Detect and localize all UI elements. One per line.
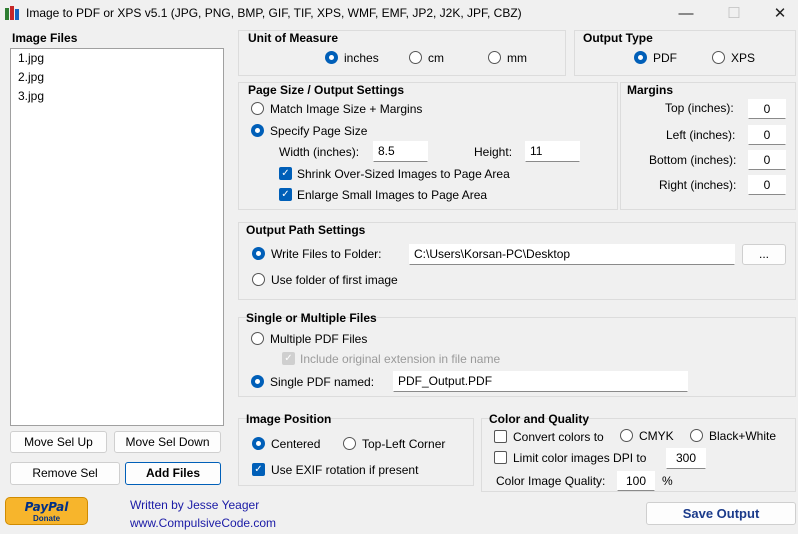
xps-radio[interactable] bbox=[712, 51, 725, 64]
move-sel-down-button[interactable]: Move Sel Down bbox=[114, 431, 221, 453]
add-files-button[interactable]: Add Files bbox=[125, 462, 221, 485]
cm-label: cm bbox=[428, 51, 444, 65]
close-button[interactable]: ✕ bbox=[760, 0, 798, 26]
enlarge-small-checkbox[interactable]: ✓ bbox=[279, 188, 292, 201]
margin-right-input[interactable]: 0 bbox=[748, 175, 786, 195]
black-white-label: Black+White bbox=[709, 429, 777, 443]
output-path-title: Output Path Settings bbox=[246, 223, 366, 237]
write-to-folder-label: Write Files to Folder: bbox=[271, 247, 382, 261]
include-extension-checkbox[interactable]: ✓ bbox=[282, 352, 295, 365]
image-position-title: Image Position bbox=[246, 412, 332, 426]
inches-radio[interactable] bbox=[325, 51, 338, 64]
cm-radio[interactable] bbox=[409, 51, 422, 64]
unit-of-measure-title: Unit of Measure bbox=[248, 31, 339, 45]
use-first-image-folder-label: Use folder of first image bbox=[271, 273, 398, 287]
list-item[interactable]: 3.jpg bbox=[11, 87, 223, 106]
margin-right-label: Right (inches): bbox=[659, 178, 737, 192]
margin-top-label: Top (inches): bbox=[665, 101, 734, 115]
pdf-label: PDF bbox=[653, 51, 677, 65]
margin-left-input[interactable]: 0 bbox=[748, 125, 786, 145]
specify-page-size-label: Specify Page Size bbox=[270, 124, 368, 138]
width-label: Width (inches): bbox=[279, 145, 360, 159]
donate-label: Donate bbox=[32, 514, 61, 523]
mm-radio[interactable] bbox=[488, 51, 501, 64]
page-size-title: Page Size / Output Settings bbox=[248, 83, 405, 97]
single-pdf-radio[interactable] bbox=[251, 375, 264, 388]
list-item[interactable]: 2.jpg bbox=[11, 68, 223, 87]
width-input[interactable]: 8.5 bbox=[373, 141, 428, 162]
output-folder-input[interactable]: C:\Users\Korsan-PC\Desktop bbox=[409, 244, 735, 265]
include-extension-label: Include original extension in file name bbox=[300, 352, 501, 366]
percent-label: % bbox=[662, 474, 673, 488]
title-bar: Image to PDF or XPS v5.1 (JPG, PNG, BMP,… bbox=[0, 0, 798, 26]
shrink-oversized-checkbox[interactable]: ✓ bbox=[279, 167, 292, 180]
inches-label: inches bbox=[344, 51, 379, 65]
write-to-folder-radio[interactable] bbox=[252, 247, 265, 260]
list-item[interactable]: 1.jpg bbox=[11, 49, 223, 68]
convert-colors-label: Convert colors to bbox=[513, 430, 604, 444]
mm-label: mm bbox=[507, 51, 527, 65]
paypal-donate-button[interactable]: PayPal Donate bbox=[5, 497, 88, 525]
limit-dpi-checkbox[interactable] bbox=[494, 451, 507, 464]
margins-title: Margins bbox=[627, 83, 674, 97]
height-input[interactable]: 11 bbox=[525, 141, 580, 162]
top-left-corner-label: Top-Left Corner bbox=[362, 437, 446, 451]
use-first-image-folder-radio[interactable] bbox=[252, 273, 265, 286]
limit-dpi-label: Limit color images DPI to bbox=[513, 451, 647, 465]
black-white-radio[interactable] bbox=[690, 429, 703, 442]
save-output-button[interactable]: Save Output bbox=[646, 502, 796, 525]
multiple-pdf-radio[interactable] bbox=[251, 332, 264, 345]
single-multiple-title: Single or Multiple Files bbox=[246, 311, 377, 325]
enlarge-small-label: Enlarge Small Images to Page Area bbox=[297, 188, 488, 202]
remove-sel-button[interactable]: Remove Sel bbox=[10, 462, 120, 485]
margin-top-input[interactable]: 0 bbox=[748, 99, 786, 119]
pdf-radio[interactable] bbox=[634, 51, 647, 64]
color-quality-label: Color Image Quality: bbox=[496, 474, 606, 488]
output-type-title: Output Type bbox=[583, 31, 653, 45]
match-image-size-radio[interactable] bbox=[251, 102, 264, 115]
dpi-input[interactable]: 300 bbox=[666, 448, 706, 469]
shrink-oversized-label: Shrink Over-Sized Images to Page Area bbox=[297, 167, 510, 181]
margin-bottom-input[interactable]: 0 bbox=[748, 150, 786, 170]
single-pdf-label: Single PDF named: bbox=[270, 375, 375, 389]
specify-page-size-radio[interactable] bbox=[251, 124, 264, 137]
browse-folder-button[interactable]: ... bbox=[742, 244, 786, 265]
app-icon bbox=[5, 5, 20, 20]
exif-rotation-checkbox[interactable]: ✓ bbox=[252, 463, 265, 476]
multiple-pdf-label: Multiple PDF Files bbox=[270, 332, 368, 346]
height-label: Height: bbox=[474, 145, 513, 159]
exif-rotation-label: Use EXIF rotation if present bbox=[271, 463, 419, 477]
color-quality-input[interactable]: 100 bbox=[617, 471, 655, 491]
website-link[interactable]: www.CompulsiveCode.com bbox=[130, 516, 276, 530]
centered-radio[interactable] bbox=[252, 437, 265, 450]
minimize-button[interactable]: — bbox=[666, 0, 706, 26]
author-credit: Written by Jesse Yeager bbox=[130, 498, 260, 512]
centered-label: Centered bbox=[271, 437, 321, 451]
image-file-list[interactable]: 1.jpg 2.jpg 3.jpg bbox=[10, 48, 224, 426]
image-files-title: Image Files bbox=[12, 31, 78, 45]
single-pdf-name-input[interactable]: PDF_Output.PDF bbox=[393, 371, 688, 392]
window-title: Image to PDF or XPS v5.1 (JPG, PNG, BMP,… bbox=[26, 6, 522, 20]
cmyk-label: CMYK bbox=[639, 429, 674, 443]
maximize-button[interactable]: ☐ bbox=[714, 0, 754, 26]
top-left-corner-radio[interactable] bbox=[343, 437, 356, 450]
paypal-logo: PayPal bbox=[24, 500, 69, 514]
move-sel-up-button[interactable]: Move Sel Up bbox=[10, 431, 107, 453]
match-image-size-label: Match Image Size + Margins bbox=[270, 102, 423, 116]
xps-label: XPS bbox=[731, 51, 756, 65]
color-quality-title: Color and Quality bbox=[489, 412, 590, 426]
cmyk-radio[interactable] bbox=[620, 429, 633, 442]
convert-colors-checkbox[interactable] bbox=[494, 430, 507, 443]
margin-bottom-label: Bottom (inches): bbox=[649, 153, 737, 167]
margin-left-label: Left (inches): bbox=[666, 128, 736, 142]
